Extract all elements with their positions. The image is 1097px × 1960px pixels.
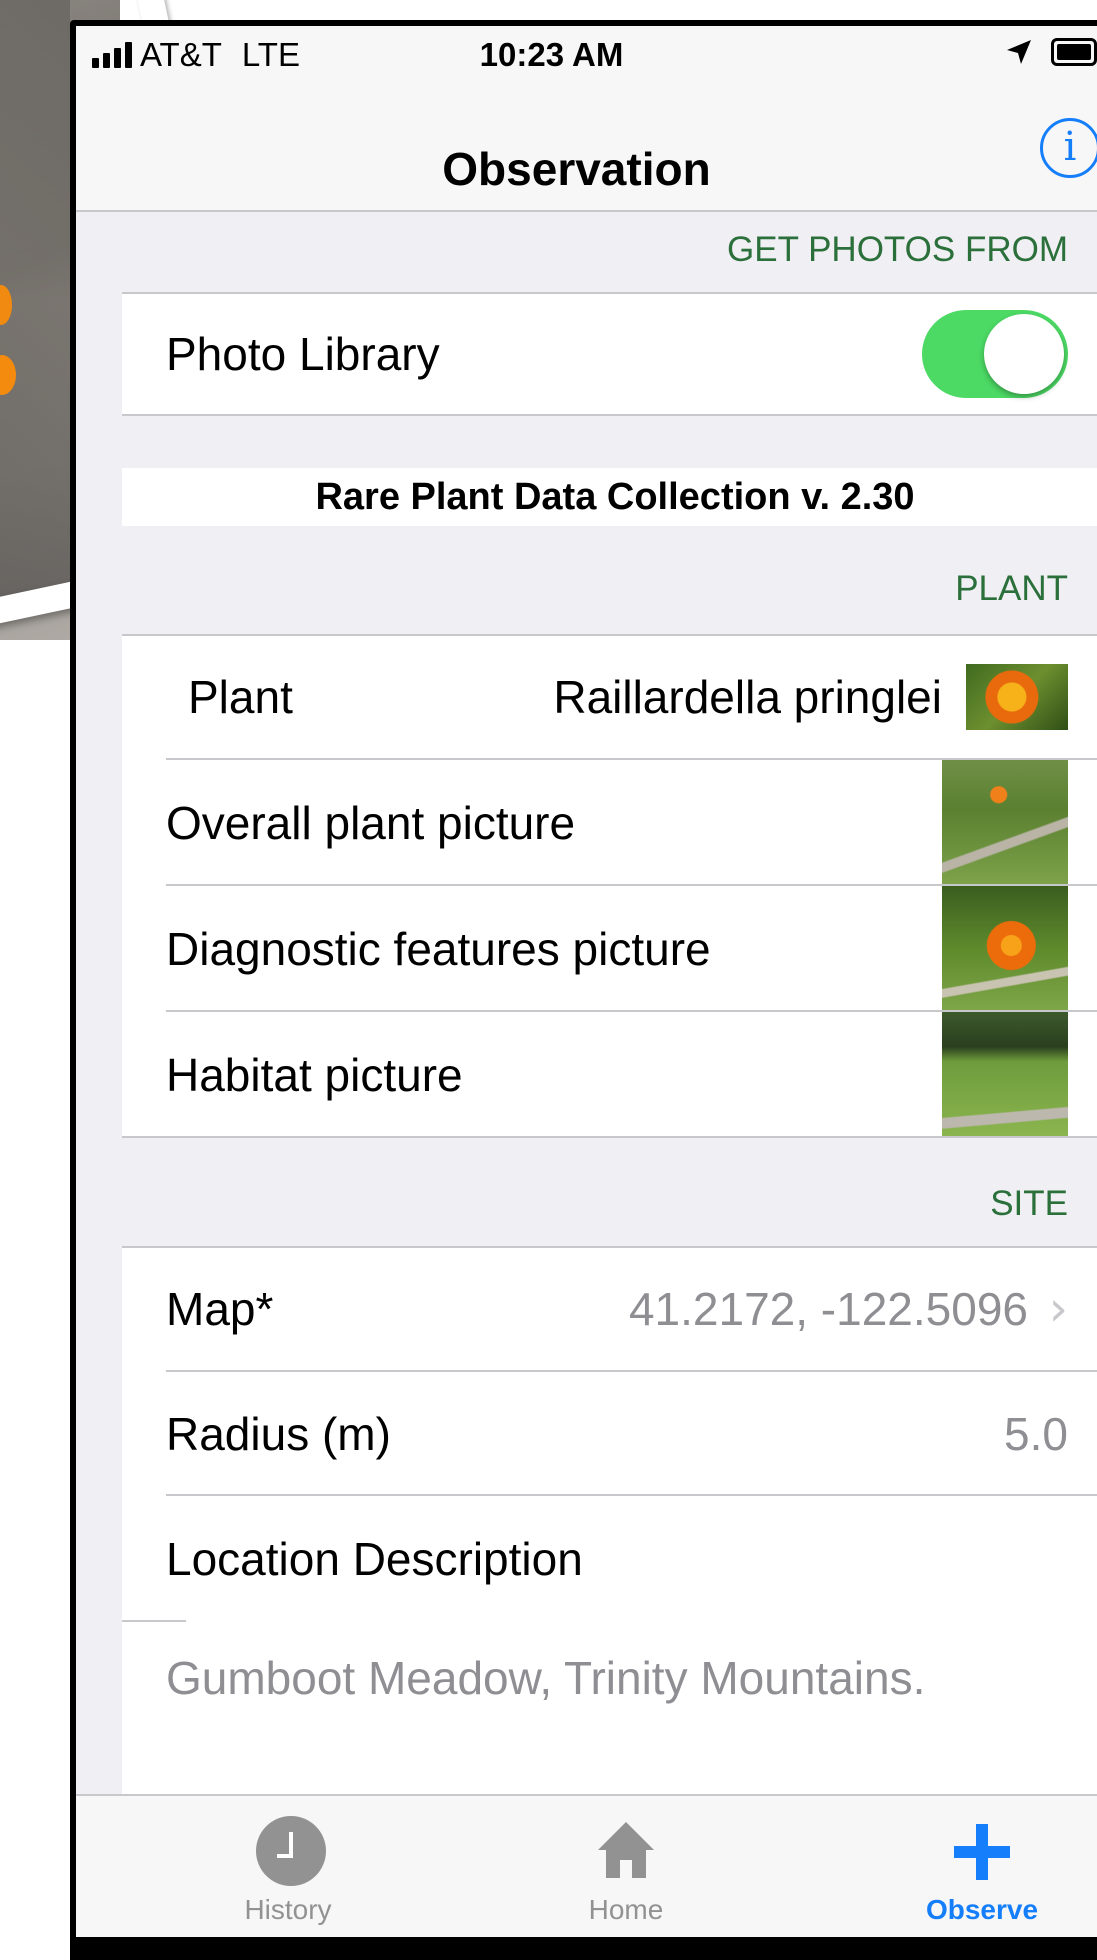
battery-icon: [1051, 38, 1097, 66]
photo-library-row[interactable]: Photo Library: [122, 292, 1097, 416]
map-label: Map*: [166, 1283, 274, 1335]
diagnostic-picture-label: Diagnostic features picture: [166, 923, 711, 975]
habitat-picture-row[interactable]: Habitat picture: [122, 1012, 1097, 1138]
status-time: 10:23 AM: [479, 36, 624, 73]
plant-row[interactable]: Plant Raillardella pringlei: [122, 634, 1097, 760]
clock-icon: [256, 1816, 326, 1886]
app-version-text: Rare Plant Data Collection v. 2.30: [315, 476, 915, 518]
tab-observe-label: Observe: [925, 1894, 1039, 1925]
page-title: Observation: [442, 143, 711, 195]
diagnostic-picture-thumbnail[interactable]: [942, 886, 1068, 1010]
status-bar: AT&T LTE 10:23 AM: [76, 26, 1097, 86]
overall-picture-row[interactable]: Overall plant picture: [122, 760, 1097, 886]
location-description-row: Location Description: [122, 1496, 1097, 1622]
overall-picture-label: Overall plant picture: [166, 797, 576, 849]
section-header-plant: PLANT: [122, 526, 1097, 634]
toggle-knob: [984, 314, 1064, 394]
phone-screen: AT&T LTE 10:23 AM Observation i GET PHOT…: [76, 26, 1097, 1937]
location-arrow-icon: [1007, 40, 1031, 64]
tab-history[interactable]: History: [188, 1796, 388, 1937]
radius-row[interactable]: Radius (m) 5.0: [122, 1372, 1097, 1496]
photo-library-toggle[interactable]: [922, 310, 1068, 398]
section-header-photos-label: GET PHOTOS FROM: [727, 230, 1068, 269]
plant-thumbnail: [966, 664, 1068, 730]
plus-icon: [954, 1824, 1010, 1880]
status-right: [1005, 38, 1097, 66]
habitat-picture-label: Habitat picture: [166, 1049, 463, 1101]
chevron-right-icon: ›: [1048, 1281, 1068, 1337]
tab-bar: History Home Observe: [76, 1794, 1097, 1937]
section-header-photos: GET PHOTOS FROM: [122, 232, 1097, 292]
location-description-label: Location Description: [166, 1533, 583, 1585]
overall-picture-thumbnail[interactable]: [942, 760, 1068, 884]
tab-home-label: Home: [588, 1894, 664, 1925]
location-description-field[interactable]: Gumboot Meadow, Trinity Mountains.: [122, 1622, 1097, 1802]
map-coordinates: 41.2172, -122.5096: [628, 1283, 1028, 1335]
observation-form: GET PHOTOS FROM Photo Library Rare Plant…: [122, 232, 1097, 1802]
map-row[interactable]: Map* 41.2172, -122.5096 ›: [122, 1246, 1097, 1372]
radius-label: Radius (m): [166, 1408, 391, 1460]
radius-value: 5.0: [1004, 1408, 1068, 1460]
tab-history-label: History: [244, 1894, 332, 1925]
tab-observe[interactable]: Observe: [882, 1796, 1082, 1937]
plant-label: Plant: [188, 671, 293, 723]
diagnostic-picture-row[interactable]: Diagnostic features picture: [122, 886, 1097, 1012]
section-header-site: SITE: [122, 1138, 1097, 1246]
section-spacer: [122, 416, 1097, 468]
plant-value: Raillardella pringlei: [553, 671, 942, 723]
section-header-site-label: SITE: [990, 1184, 1068, 1223]
app-version-title: Rare Plant Data Collection v. 2.30: [122, 468, 1097, 526]
home-icon: [598, 1822, 654, 1878]
section-header-plant-label: PLANT: [955, 569, 1068, 608]
info-icon[interactable]: i: [1040, 118, 1097, 178]
photo-library-label: Photo Library: [166, 328, 440, 380]
habitat-picture-thumbnail[interactable]: [942, 1012, 1068, 1136]
location-description-value[interactable]: Gumboot Meadow, Trinity Mountains.: [166, 1651, 925, 1705]
navigation-bar: Observation: [76, 86, 1097, 212]
tab-home[interactable]: Home: [526, 1796, 726, 1937]
